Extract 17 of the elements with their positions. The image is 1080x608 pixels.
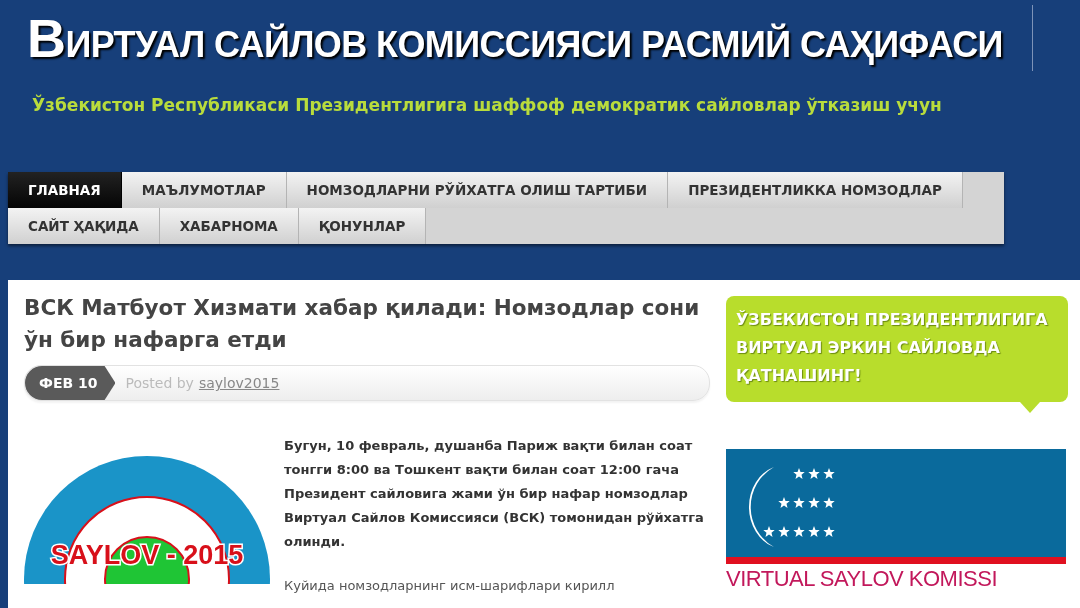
- nav-tab[interactable]: МАЪЛУМОТЛАР: [121, 172, 287, 208]
- callout-text: ЎЗБЕКИСТОН ПРЕЗИДЕНТЛИГИГА ВИРТУАЛ ЭРКИН САЙЛОВДА ҚАТНАШИНГ!: [736, 310, 1048, 385]
- posted-by-label: Posted by: [125, 375, 194, 391]
- post-paragraph: Бугун, 10 февраль, душанба Париж вақти билан соат тонгги 8:00 ва Тошкент вақти билан соат 12:00 гача Президент сайловига жами ўн бир нафар номзодлар Виртуал Сайлов Комиссияси (ВСК) томонидан рўйхатга олинди.: [284, 437, 705, 551]
- nav-tab[interactable]: ҚОНУНЛАР: [298, 208, 427, 244]
- post-title: ВСК Матбуот Хизмати хабар қилади: Номзодлар сони ўн бир нафарга етди: [24, 294, 701, 354]
- nav-tab[interactable]: САЙТ ҲАҚИДА: [8, 208, 160, 244]
- site-title: ВИРТУАЛ САЙЛОВ КОМИССИЯСИ РАСМИЙ САҲИФАСИ: [27, 8, 1003, 70]
- post-paragraph: Куйида номзодларнинг исм-шарифлари кирилл: [284, 578, 616, 594]
- nav-tab[interactable]: ПРЕЗИДЕНТЛИККА НОМЗОДЛАР: [668, 172, 963, 208]
- banner-caption: VIRTUAL SAYLOV KOMISSI: [726, 568, 997, 590]
- callout-pointer: [1020, 402, 1040, 413]
- site-tagline: Ўзбекистон Республикаси Президентлигига шаффоф демократик сайловлар ўтказиш учун: [32, 95, 942, 115]
- date-badge: ФЕВ 10: [25, 366, 116, 400]
- nav-tab[interactable]: НОМЗОДЛАРНИ РЎЙХАТГА ОЛИШ ТАРТИБИ: [286, 172, 669, 208]
- nav-tab[interactable]: ХАБАРНОМА: [159, 208, 299, 244]
- nav-tab[interactable]: ГЛАВНАЯ: [8, 172, 122, 208]
